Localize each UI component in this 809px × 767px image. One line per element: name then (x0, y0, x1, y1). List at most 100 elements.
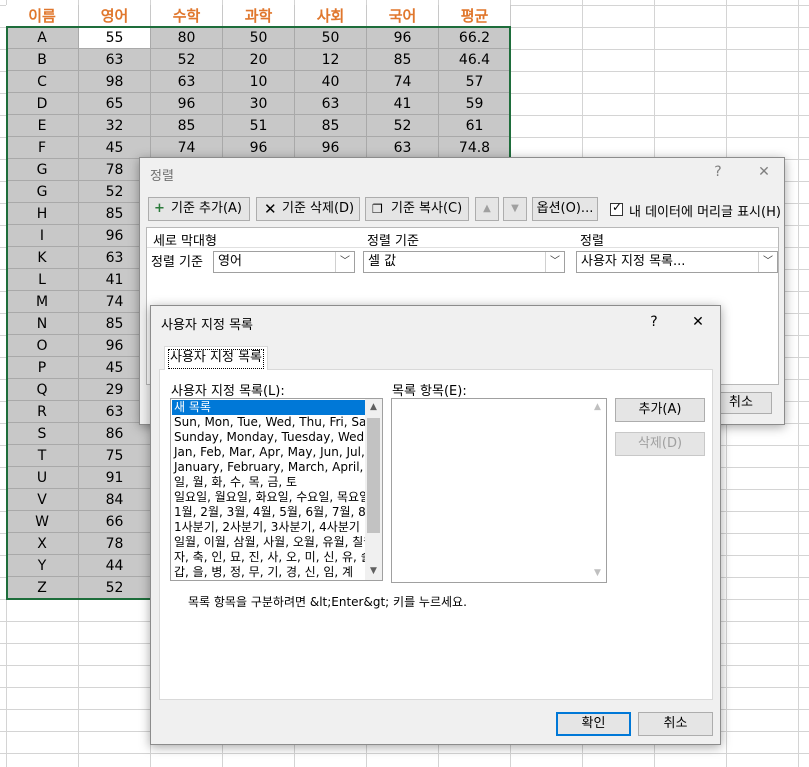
scroll-thumb[interactable] (367, 418, 380, 533)
move-down-button[interactable]: ▼ (503, 197, 527, 221)
table-cell[interactable]: 74 (367, 71, 439, 93)
table-cell[interactable]: G (6, 181, 79, 203)
table-cell[interactable]: F (6, 137, 79, 159)
has-headers-checkbox[interactable]: ✓ (610, 200, 623, 216)
add-list-button[interactable]: 추가(A) (615, 398, 705, 422)
table-cell[interactable]: 85 (151, 115, 223, 137)
table-cell[interactable]: P (6, 357, 79, 379)
list-item[interactable]: 일월, 이월, 삼월, 사월, 오월, 유월, 칠월 (172, 535, 374, 550)
table-cell[interactable]: 63 (151, 71, 223, 93)
list-item[interactable]: 갑, 을, 병, 정, 무, 기, 경, 신, 임, 계 (172, 565, 366, 580)
add-level-button[interactable]: + 기준 추가(A) (148, 197, 250, 221)
table-cell[interactable]: 45 (79, 137, 151, 159)
table-cell[interactable]: 91 (79, 467, 151, 489)
table-cell[interactable]: 57 (439, 71, 511, 93)
table-cell[interactable]: 20 (223, 49, 295, 71)
column-header[interactable]: 사회 (295, 5, 367, 27)
scroll-up-icon[interactable]: ▲ (365, 399, 382, 416)
table-cell[interactable]: Q (6, 379, 79, 401)
table-cell[interactable]: Y (6, 555, 79, 577)
help-button[interactable]: ? (642, 314, 666, 332)
move-up-button[interactable]: ▲ (475, 197, 499, 221)
table-cell[interactable]: Z (6, 577, 79, 599)
table-cell[interactable]: R (6, 401, 79, 423)
table-cell[interactable]: 30 (223, 93, 295, 115)
table-cell[interactable]: E (6, 115, 79, 137)
tab-custom-lists[interactable]: 사용자 지정 목록 (164, 346, 268, 370)
table-cell[interactable]: 40 (295, 71, 367, 93)
close-button[interactable]: ✕ (686, 314, 710, 332)
table-cell[interactable]: 86 (79, 423, 151, 445)
table-cell[interactable]: M (6, 291, 79, 313)
copy-level-button[interactable]: ❐ 기준 복사(C) (365, 197, 469, 221)
table-cell[interactable]: 10 (223, 71, 295, 93)
list-item[interactable]: Jan, Feb, Mar, Apr, May, Jun, Jul, Aug (172, 445, 382, 460)
table-cell[interactable]: O (6, 335, 79, 357)
help-button[interactable]: ? (706, 164, 730, 182)
list-item[interactable]: January, February, March, April, May (172, 460, 382, 475)
table-cell[interactable]: 96 (367, 27, 439, 49)
column-header[interactable]: 이름 (6, 5, 79, 27)
table-cell[interactable]: L (6, 269, 79, 291)
custom-list-cancel-button[interactable]: 취소 (638, 712, 713, 736)
delete-level-button[interactable]: ✕ 기준 삭제(D) (256, 197, 360, 221)
table-cell[interactable]: 98 (79, 71, 151, 93)
table-cell[interactable]: 52 (367, 115, 439, 137)
table-cell[interactable]: 96 (151, 93, 223, 115)
list-item[interactable]: 일, 월, 화, 수, 목, 금, 토 (172, 475, 366, 490)
table-cell[interactable]: 32 (79, 115, 151, 137)
table-cell[interactable]: 46.4 (439, 49, 511, 71)
list-item-selected[interactable]: 새 목록 (172, 400, 366, 415)
ok-button[interactable]: 확인 (556, 712, 631, 736)
column-select[interactable]: 영어 ﹀ (213, 251, 355, 273)
table-cell[interactable]: 52 (79, 577, 151, 599)
table-cell[interactable]: 66 (79, 511, 151, 533)
scroll-down-icon[interactable]: ▼ (365, 563, 382, 580)
table-cell[interactable]: K (6, 247, 79, 269)
column-header[interactable]: 수학 (151, 5, 223, 27)
table-cell[interactable]: 74.8 (439, 137, 511, 159)
table-cell[interactable]: G (6, 159, 79, 181)
table-cell[interactable]: 85 (367, 49, 439, 71)
table-cell[interactable]: 59 (439, 93, 511, 115)
list-item[interactable]: 1월, 2월, 3월, 4월, 5월, 6월, 7월, 8월 (172, 505, 377, 520)
options-button[interactable]: 옵션(O)... (532, 197, 598, 221)
entries-scrollbar[interactable]: ▲ ▼ (589, 399, 606, 582)
table-cell[interactable]: 74 (151, 137, 223, 159)
table-cell[interactable]: T (6, 445, 79, 467)
table-cell[interactable]: W (6, 511, 79, 533)
table-cell[interactable]: D (6, 93, 79, 115)
scroll-up-icon[interactable]: ▲ (589, 399, 606, 416)
table-cell[interactable]: 63 (79, 49, 151, 71)
table-cell[interactable]: 51 (223, 115, 295, 137)
table-cell[interactable]: 78 (79, 533, 151, 555)
table-cell[interactable]: U (6, 467, 79, 489)
table-cell[interactable]: 96 (295, 137, 367, 159)
table-cell[interactable]: X (6, 533, 79, 555)
table-cell[interactable]: 96 (223, 137, 295, 159)
table-cell[interactable]: 75 (79, 445, 151, 467)
table-cell[interactable]: S (6, 423, 79, 445)
table-cell[interactable]: I (6, 225, 79, 247)
list-item[interactable]: Sunday, Monday, Tuesday, Wednesday (172, 430, 382, 445)
column-header[interactable]: 국어 (367, 5, 439, 27)
table-cell[interactable]: A (6, 27, 79, 49)
column-header[interactable]: 영어 (79, 5, 151, 27)
table-cell[interactable]: 50 (223, 27, 295, 49)
table-cell[interactable]: 41 (367, 93, 439, 115)
list-item[interactable]: 1사분기, 2사분기, 3사분기, 4사분기 (172, 520, 366, 535)
table-cell[interactable]: 84 (79, 489, 151, 511)
table-cell[interactable]: 66.2 (439, 27, 511, 49)
column-header[interactable]: 평균 (439, 5, 511, 27)
table-cell[interactable]: 85 (295, 115, 367, 137)
table-cell[interactable]: 44 (79, 555, 151, 577)
table-cell[interactable]: 12 (295, 49, 367, 71)
table-cell[interactable]: B (6, 49, 79, 71)
table-cell[interactable]: 52 (151, 49, 223, 71)
lists-scrollbar[interactable]: ▲ ▼ (365, 399, 382, 580)
list-entries-textarea[interactable]: ▲ ▼ (391, 398, 607, 583)
custom-lists-listbox[interactable]: 새 목록 Sun, Mon, Tue, Wed, Thu, Fri, Sat Sun… (170, 398, 383, 581)
table-cell[interactable]: V (6, 489, 79, 511)
scroll-down-icon[interactable]: ▼ (589, 565, 606, 582)
table-cell[interactable]: 63 (367, 137, 439, 159)
